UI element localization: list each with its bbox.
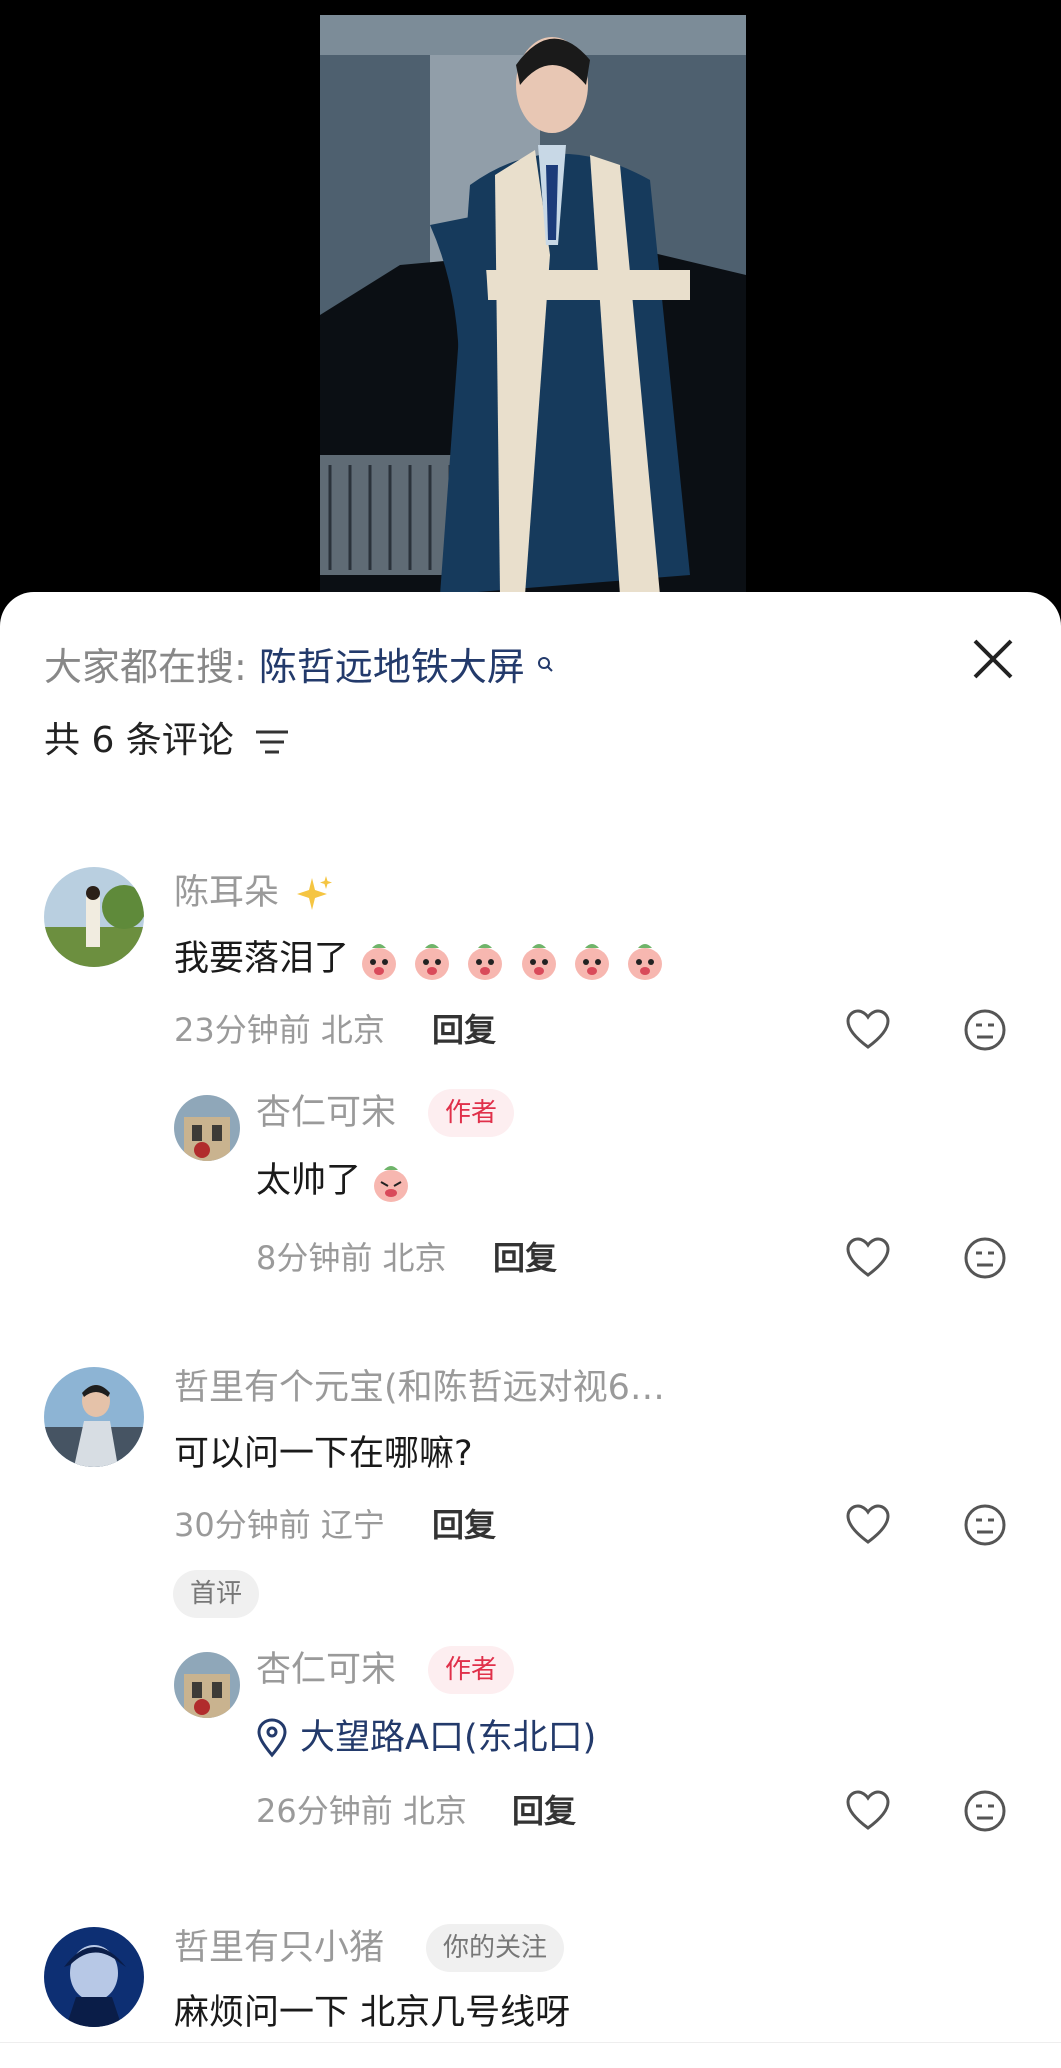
video-frame[interactable] — [320, 15, 746, 595]
author-badge: 作者 — [428, 1646, 515, 1694]
heart-icon[interactable] — [845, 1788, 891, 1834]
dislike-face-icon[interactable] — [962, 1007, 1008, 1053]
reply-button[interactable]: 回复 — [493, 1236, 557, 1280]
dislike-face-icon[interactable] — [962, 1235, 1008, 1281]
reply-time-location: 26分钟前 北京 — [256, 1792, 467, 1830]
avatar[interactable] — [44, 867, 144, 967]
video-player[interactable] — [0, 0, 1061, 600]
reply-text: 太帅了 — [256, 1157, 414, 1205]
sparkle-icon — [297, 876, 333, 910]
reply-time-location: 8分钟前 北京 — [256, 1239, 447, 1277]
reply-author[interactable]: 杏仁可宋 — [256, 1647, 396, 1693]
search-suggestion-label: 大家都在搜: — [44, 645, 247, 689]
search-suggestion-term[interactable]: 陈哲远地铁大屏 — [259, 645, 525, 689]
location-link[interactable]: 大望路A口(东北口) — [300, 1714, 596, 1762]
comments-sheet: 大家都在搜: 陈哲远地铁大屏 共 6 条评论 陈耳朵 我要落泪了 23分钟前 北… — [0, 592, 1061, 2068]
comment-author[interactable]: 陈耳朵 — [174, 870, 334, 916]
following-badge: 你的关注 — [426, 1924, 565, 1972]
emoji-sticker-icon — [374, 1166, 409, 1202]
heart-icon[interactable] — [845, 1502, 891, 1548]
emoji-sticker-icon — [360, 939, 668, 980]
comment-time-location: 23分钟前 北京 — [174, 1011, 385, 1049]
location-pin-icon — [254, 1718, 290, 1758]
dislike-face-icon[interactable] — [962, 1788, 1008, 1834]
close-icon[interactable] — [958, 624, 1028, 694]
first-comment-badge: 首评 — [173, 1570, 260, 1618]
comment-text: 可以问一下在哪嘛? — [174, 1434, 473, 1474]
search-icon — [537, 656, 553, 677]
comment-count: 共 6 条评论 — [44, 720, 234, 761]
filter-icon[interactable] — [254, 726, 290, 758]
avatar[interactable] — [44, 1367, 144, 1467]
author-badge: 作者 — [428, 1089, 515, 1137]
comment-author[interactable]: 哲里有个元宝(和陈哲远对视6… — [174, 1365, 665, 1411]
comment-author[interactable]: 哲里有只小猪 — [174, 1925, 384, 1971]
comment-time-location: 30分钟前 辽宁 — [174, 1506, 385, 1544]
reply-button[interactable]: 回复 — [512, 1789, 576, 1833]
avatar[interactable] — [174, 1652, 240, 1718]
comment-text: 我要落泪了 — [174, 935, 668, 983]
reply-button[interactable]: 回复 — [432, 1008, 496, 1052]
reply-author[interactable]: 杏仁可宋 — [256, 1090, 396, 1136]
reply-button[interactable]: 回复 — [432, 1503, 496, 1547]
avatar[interactable] — [174, 1095, 240, 1161]
search-suggestion[interactable]: 大家都在搜: 陈哲远地铁大屏 — [44, 642, 553, 692]
heart-icon[interactable] — [845, 1235, 891, 1281]
comment-text: 麻烦问一下 北京几号线呀 — [174, 1993, 571, 2033]
video-still-image — [320, 15, 746, 595]
dislike-face-icon[interactable] — [962, 1502, 1008, 1548]
comment-input-bar[interactable] — [0, 2042, 1061, 2068]
avatar[interactable] — [44, 1927, 144, 2027]
heart-icon[interactable] — [845, 1007, 891, 1053]
